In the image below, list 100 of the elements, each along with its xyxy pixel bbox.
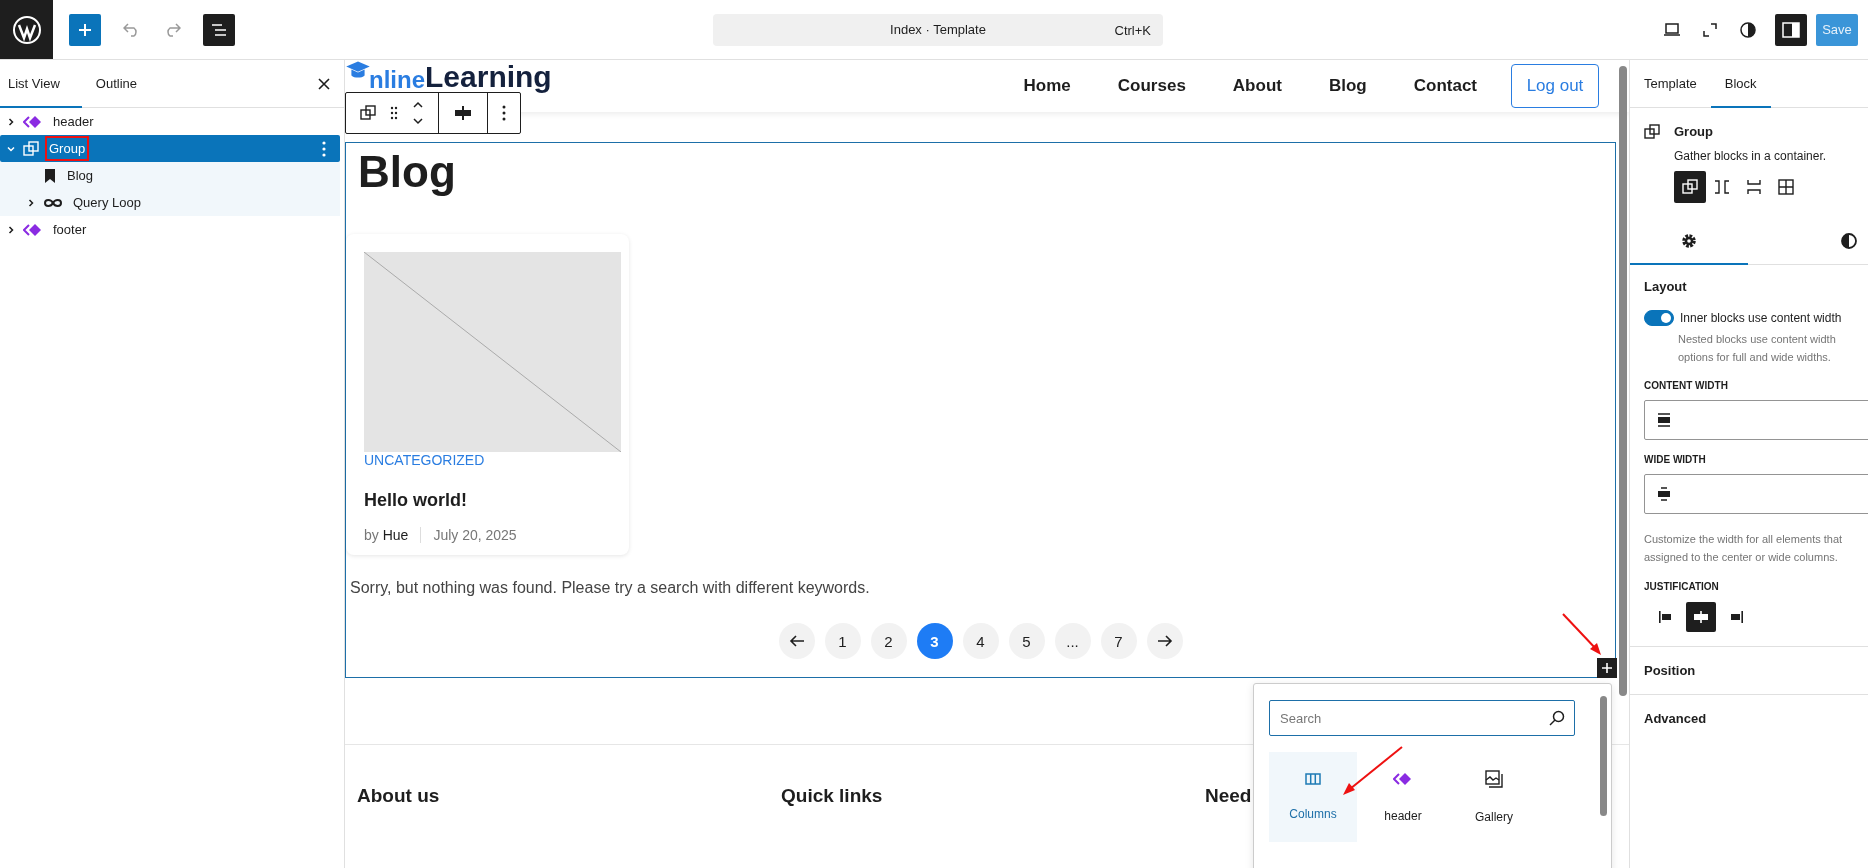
settings-panel-button[interactable] [1775, 13, 1807, 46]
post-category[interactable]: UNCATEGORIZED [364, 452, 611, 469]
block-option[interactable]: header [1358, 752, 1448, 842]
block-description: Gather blocks in a container. [1674, 149, 1827, 163]
drag-handle-icon[interactable] [390, 106, 398, 120]
field-label: JUSTIFICATION [1644, 580, 1720, 592]
item-label: Group [45, 136, 90, 161]
move-up-down-icon[interactable] [412, 100, 424, 126]
toggle-switch[interactable] [1644, 310, 1674, 326]
footer-heading: Quick links [781, 785, 884, 807]
nav-link[interactable]: Blog [1328, 76, 1367, 96]
caret-icon[interactable] [7, 117, 15, 126]
annotation-arrow [1561, 612, 1603, 657]
page-heading: Blog [358, 148, 457, 197]
page-button[interactable]: 5 [1008, 623, 1045, 660]
wide-width-icon [1657, 487, 1671, 502]
diamond-icon [23, 113, 43, 130]
caret-icon[interactable] [27, 198, 35, 207]
diamond-icon [1393, 771, 1413, 787]
panel-tab[interactable]: Block [1710, 60, 1771, 108]
no-results-message: Sorry, but nothing was found. Please try a search with different keywords. [350, 579, 871, 598]
caret-icon[interactable] [7, 225, 15, 234]
panel-tab[interactable]: Outline [81, 60, 152, 108]
row-icon [1714, 179, 1730, 195]
next-page-button[interactable] [1146, 623, 1183, 660]
group-icon[interactable] [360, 105, 376, 121]
nav-link[interactable]: Home [1023, 76, 1071, 96]
styles-icon[interactable] [1739, 20, 1757, 39]
command-bar[interactable]: Index · Template Ctrl+K [713, 13, 1163, 46]
list-view-button[interactable] [203, 13, 235, 46]
group-icon [1644, 124, 1660, 140]
item-label: header [52, 113, 95, 131]
justify-center-button[interactable] [1686, 601, 1716, 632]
grid-icon [1778, 179, 1794, 195]
nav-link[interactable]: Courses [1117, 76, 1186, 96]
page-button[interactable]: 2 [870, 623, 907, 660]
add-block-button[interactable] [69, 13, 101, 46]
previous-page-button[interactable] [778, 623, 815, 660]
toggle-label: Inner blocks use content width [1680, 311, 1842, 325]
item-label: footer [52, 221, 88, 239]
logo-text: Learning [425, 62, 552, 92]
logo-text: nline [369, 68, 425, 92]
fullscreen-icon[interactable] [1703, 22, 1717, 37]
list-icon [211, 22, 227, 37]
list-view-item[interactable]: Query Loop [0, 189, 340, 216]
justify-center-icon[interactable] [453, 105, 473, 121]
selected-group-block[interactable]: Blog UNCATEGORIZED Hello world! by Hue July 20, 2025 Sorry, but nothing was found. Please try a search with different keywords. 1 2 3 4 5 ... 7 [345, 142, 1616, 678]
section-title[interactable]: Layout [1644, 279, 1854, 294]
block-option[interactable]: Columns [1269, 752, 1357, 842]
scrollbar[interactable] [1619, 66, 1627, 696]
item-label: Blog [66, 167, 95, 185]
footer-heading: About us [357, 785, 441, 807]
section-title[interactable]: Advanced [1630, 694, 1868, 742]
close-icon[interactable] [318, 77, 330, 90]
field-label: WIDE WIDTH [1644, 454, 1707, 466]
list-view-item[interactable]: Blog [0, 162, 340, 189]
logout-button[interactable]: Log out [1511, 64, 1599, 108]
group-variation-button[interactable] [1674, 171, 1706, 203]
panel-tab[interactable]: List View [0, 60, 82, 108]
block-option[interactable]: Gallery [1449, 752, 1539, 842]
desktop-icon[interactable] [1663, 22, 1681, 37]
bookmark-icon [43, 167, 57, 184]
group-icon [1682, 179, 1698, 195]
search-icon[interactable] [1549, 710, 1565, 726]
search-field[interactable]: Search [1269, 700, 1575, 736]
list-view-item[interactable]: footer [0, 216, 340, 243]
more-options-icon[interactable] [502, 105, 506, 121]
input-field[interactable] [1644, 474, 1868, 515]
post-date: July 20, 2025 [432, 527, 517, 544]
nav-link[interactable]: About [1232, 76, 1282, 96]
sidebar-icon [1782, 21, 1800, 38]
annotation-arrow [1340, 745, 1404, 797]
panel-tab[interactable]: Template [1630, 60, 1711, 108]
page-button[interactable]: 7 [1100, 623, 1137, 660]
arrow-left-icon [788, 634, 805, 649]
add-block-button[interactable] [1597, 658, 1617, 678]
post-title[interactable]: Hello world! [364, 490, 611, 512]
columns-icon [1305, 773, 1321, 785]
group-icon [23, 140, 39, 157]
page-button[interactable]: 4 [962, 623, 999, 660]
input-field[interactable] [1644, 400, 1868, 441]
plus-icon [1601, 662, 1613, 674]
diamond-icon [23, 221, 43, 238]
section-title[interactable]: Position [1630, 646, 1868, 695]
shortcut-hint: Ctrl+K [1114, 22, 1151, 38]
list-view-item[interactable]: header [0, 108, 340, 135]
page-button[interactable]: 1 [824, 623, 861, 660]
nav-link[interactable]: Contact [1413, 76, 1477, 96]
arrow-right-icon [1156, 634, 1173, 649]
wordpress-logo[interactable] [0, 0, 53, 59]
stack-icon [1746, 179, 1762, 195]
post-author: by Hue [364, 527, 422, 544]
page-button[interactable]: ... [1054, 623, 1091, 660]
help-text: options for full and wide widths. [1678, 350, 1832, 366]
scrollbar[interactable] [1600, 696, 1607, 816]
justify-center-icon [1692, 609, 1710, 624]
item-label: Query Loop [72, 194, 142, 212]
help-text: assigned to the center or wide columns. [1644, 550, 1839, 566]
content-width-icon [1657, 413, 1671, 428]
page-button[interactable]: 3 [916, 623, 953, 660]
